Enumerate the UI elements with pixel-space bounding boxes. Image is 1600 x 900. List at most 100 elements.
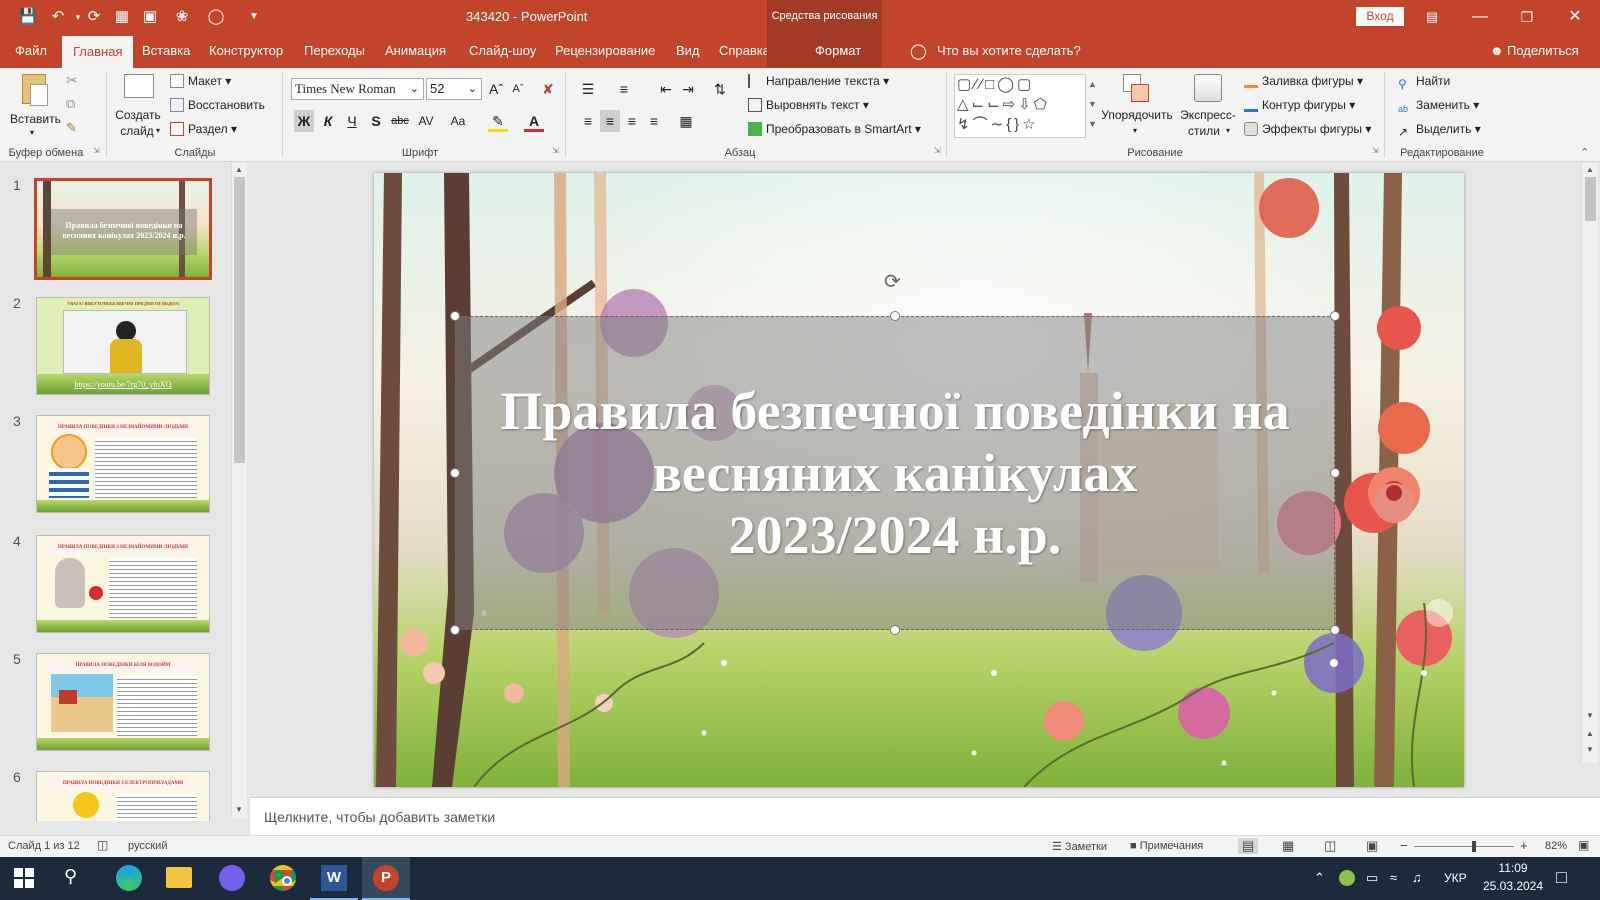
scrollbar-thumb[interactable]	[1585, 177, 1596, 221]
align-right-icon[interactable]: ≡	[622, 110, 642, 132]
gallery-scroll-icon[interactable]: ▲ ▼ ▼	[1088, 74, 1097, 134]
zoom-in-icon[interactable]: +	[1520, 838, 1528, 853]
resize-handle-t[interactable]	[890, 311, 900, 321]
search-icon[interactable]: ⚲	[64, 866, 77, 887]
scroll-up-icon[interactable]: ▲	[235, 165, 243, 174]
font-color-icon[interactable]: A	[524, 110, 544, 132]
shape-fill-button[interactable]: Заливка фигуры ▾	[1244, 74, 1363, 88]
maximize-button[interactable]: ❐	[1504, 0, 1550, 34]
zoom-level[interactable]: 82%	[1545, 840, 1567, 852]
slide-canvas[interactable]: Правила безпечної поведінки на весняних …	[374, 173, 1464, 787]
text-direction-button[interactable]: Направление текста ▾	[748, 74, 889, 88]
close-button[interactable]: ✕	[1552, 0, 1598, 34]
bullets-icon[interactable]: ☰	[578, 78, 598, 100]
numbering-icon[interactable]: ≡	[614, 78, 634, 100]
comments-button[interactable]: ■ Примечания	[1130, 840, 1203, 852]
dialog-launcher-icon[interactable]: ⇲	[1372, 146, 1379, 155]
draw-shape-icon[interactable]: ❀	[172, 7, 192, 27]
notifications-icon[interactable]: □	[1556, 867, 1567, 888]
notes-toggle-button[interactable]: ☰ Заметки	[1052, 840, 1107, 853]
customize-toolbar-icon[interactable]: ▼	[244, 7, 264, 27]
tab-home[interactable]: Главная	[62, 36, 134, 68]
decrease-indent-icon[interactable]: ⇤	[656, 78, 676, 100]
scrollbar-thumb[interactable]	[234, 177, 245, 463]
highlight-color-icon[interactable]: ✎	[488, 110, 508, 132]
start-slideshow-icon[interactable]: ▦	[112, 7, 132, 27]
resize-handle-bl[interactable]	[450, 625, 460, 635]
zoom-slider-thumb[interactable]	[1472, 841, 1476, 852]
normal-view-icon[interactable]: ▤	[1238, 838, 1259, 854]
resize-handle-tr[interactable]	[1330, 311, 1340, 321]
slide-thumbnail-1[interactable]: Правила безпечної поведінки на весняних …	[34, 178, 212, 280]
arrange-button[interactable]: Упорядочить ▾	[1097, 72, 1177, 144]
wifi-icon[interactable]: ≈	[1390, 870, 1397, 885]
clock-date[interactable]: 25.03.2024	[1474, 879, 1552, 893]
slide-thumbnail-6[interactable]: ПРАВИЛА ПОВЕДІНКИ З ЕЛЕКТРОПРИЛАДАМИ	[36, 771, 210, 821]
dialog-launcher-icon[interactable]: ⇲	[93, 146, 100, 155]
new-slide-button[interactable]: Создать слайд ▾	[112, 72, 164, 144]
volume-icon[interactable]: ♫	[1412, 870, 1422, 885]
tab-animations[interactable]: Анимация	[385, 34, 446, 68]
tab-slideshow[interactable]: Слайд-шоу	[469, 34, 536, 68]
zoom-slider[interactable]	[1414, 846, 1514, 847]
paste-button[interactable]: Вставить ▾	[10, 72, 61, 142]
shapes-gallery[interactable]: ▢∕∕□◯▢ △⌙⌙⇨⇩⬠ ↯⌒∼{}☆	[954, 74, 1086, 138]
decrease-font-icon[interactable]: Aˇ	[508, 78, 528, 100]
language-indicator[interactable]: русский	[128, 840, 167, 852]
copy-icon[interactable]: ⧉	[66, 96, 75, 112]
layout-button[interactable]: Макет ▾	[170, 74, 231, 88]
spellcheck-icon[interactable]: ◫	[97, 838, 108, 852]
signin-button[interactable]: Вход	[1356, 7, 1404, 26]
slide-title[interactable]: Правила безпечної поведінки на весняних …	[455, 316, 1335, 630]
align-center-icon[interactable]: ≡	[600, 110, 620, 132]
reset-button[interactable]: Восстановить	[170, 98, 265, 112]
tab-format[interactable]: Формат	[815, 34, 861, 68]
word-taskbar-button[interactable]: W	[310, 857, 358, 900]
rotate-handle-icon[interactable]: ⟳	[884, 269, 901, 294]
section-button[interactable]: Раздел ▾	[170, 122, 237, 136]
undo-icon[interactable]: ↶	[48, 7, 68, 27]
file-explorer-icon[interactable]	[166, 867, 192, 888]
tab-insert[interactable]: Вставка	[142, 34, 190, 68]
save-icon[interactable]: 💾	[18, 7, 38, 27]
clear-formatting-icon[interactable]: ✘	[538, 78, 558, 100]
new-slide-quick-icon[interactable]: ▣	[140, 7, 160, 27]
line-spacing-icon[interactable]: ⇅	[710, 78, 730, 100]
smartart-button[interactable]: Преобразовать в SmartArt ▾	[748, 122, 921, 136]
collapse-ribbon-icon[interactable]: ⌃	[1580, 146, 1589, 159]
slide-thumbnail-2[interactable]: УВАГА! ВИБУХОНЕБЕЗПЕЧНІ ПРЕДМЕТИ (ВІДЕО)…	[36, 297, 210, 395]
tab-file[interactable]: Файл	[15, 34, 47, 68]
ribbon-display-options-icon[interactable]: ▤	[1409, 0, 1455, 34]
reading-view-icon[interactable]: ◫	[1324, 838, 1336, 854]
replace-button[interactable]: ab Заменить ▾	[1398, 98, 1479, 118]
format-painter-icon[interactable]: ✎	[66, 120, 77, 136]
share-button[interactable]: Поделиться	[1507, 34, 1579, 68]
tab-review[interactable]: Рецензирование	[555, 34, 655, 68]
previous-slide-icon[interactable]: ▲	[1586, 729, 1594, 738]
increase-indent-icon[interactable]: ⇥	[678, 78, 698, 100]
shadow-button[interactable]: S	[366, 110, 386, 132]
battery-icon[interactable]: ▭	[1366, 870, 1378, 886]
align-left-icon[interactable]: ≡	[578, 110, 598, 132]
select-button[interactable]: ↗ Выделить ▾	[1398, 122, 1481, 139]
shape-select-icon[interactable]: ◯	[206, 7, 226, 27]
justify-icon[interactable]: ≡	[644, 110, 664, 132]
underline-button[interactable]: Ч	[342, 110, 362, 132]
windows-start-icon[interactable]	[14, 868, 34, 888]
notes-pane[interactable]: Щелкните, чтобы добавить заметки	[250, 797, 1600, 835]
viber-icon[interactable]	[219, 865, 245, 891]
scroll-down-icon[interactable]: ▼	[1586, 711, 1594, 720]
shape-outline-button[interactable]: Контур фигуры ▾	[1244, 98, 1355, 112]
slide-scrollbar[interactable]: ▲ ▼ ▲ ▼	[1581, 163, 1598, 763]
redo-icon[interactable]: ⟳	[84, 7, 104, 27]
slide-thumbnail-4[interactable]: ПРАВИЛА ПОВЕДІНКИ З НЕЗНАЙОМИМИ ЛЮДЬМИ	[36, 535, 210, 633]
dialog-launcher-icon[interactable]: ⇲	[934, 146, 941, 155]
tab-help[interactable]: Справка	[719, 34, 770, 68]
zoom-out-icon[interactable]: −	[1400, 838, 1408, 853]
tell-me-search[interactable]: Что вы хотите сделать?	[937, 34, 1081, 68]
resize-handle-b[interactable]	[890, 625, 900, 635]
resize-handle-br[interactable]	[1330, 625, 1340, 635]
security-tray-icon[interactable]	[1339, 870, 1355, 886]
char-spacing-button[interactable]: AV	[416, 110, 436, 132]
align-text-button[interactable]: Выровнять текст ▾	[748, 98, 869, 112]
